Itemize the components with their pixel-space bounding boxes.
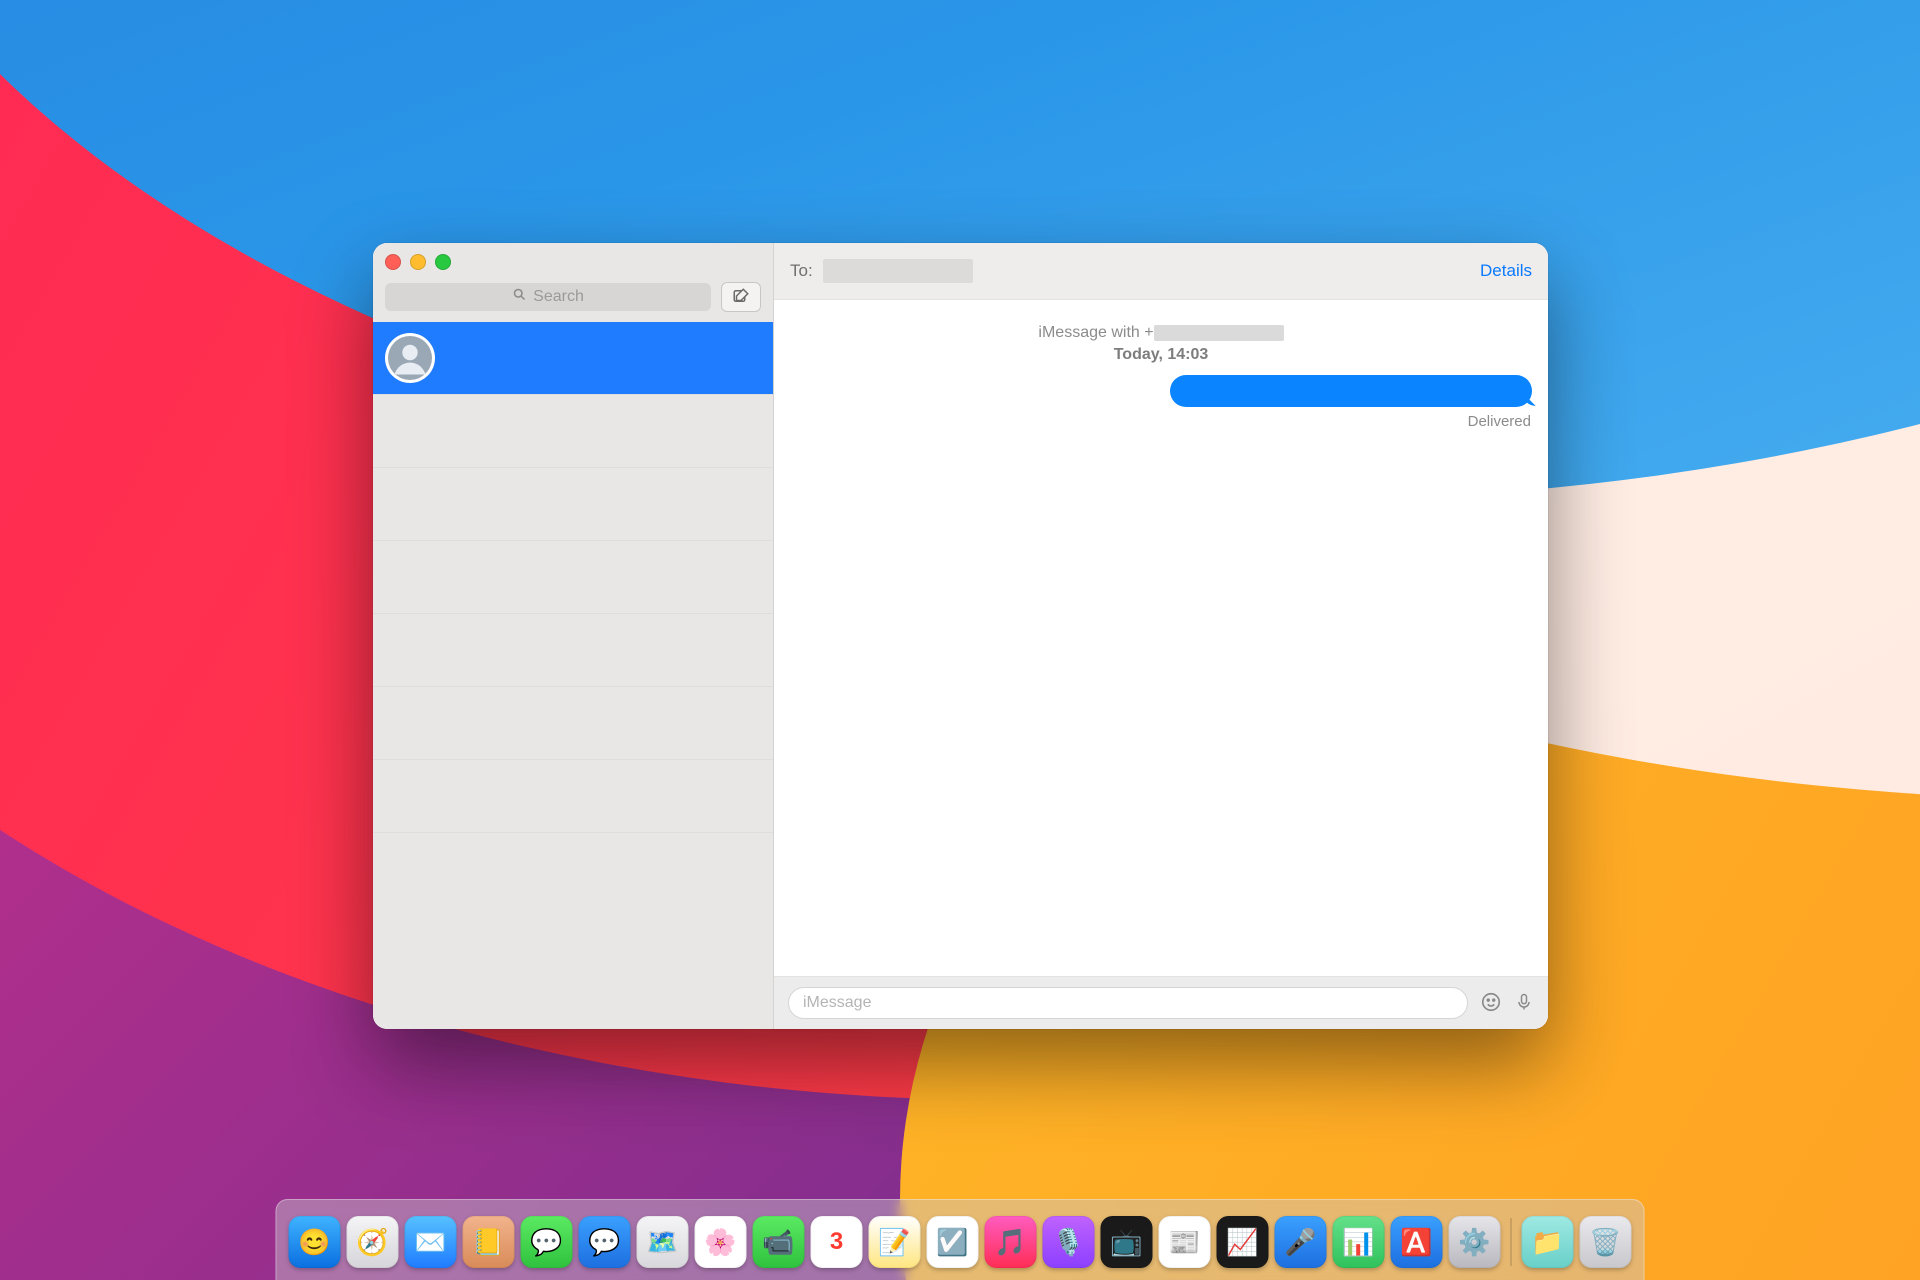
message-input-placeholder: iMessage	[803, 994, 871, 1012]
conversation-header: To: Details	[774, 243, 1548, 300]
delivery-status: Delivered	[789, 413, 1533, 430]
message-thread: iMessage with + Today, 14:03 Delivered	[774, 300, 1548, 976]
dock-separator	[1511, 1218, 1512, 1266]
dock-app-podcasts[interactable]: 🎙️	[1043, 1216, 1095, 1268]
microphone-icon	[1514, 991, 1534, 1016]
dock-app-reminders[interactable]: ☑️	[927, 1216, 979, 1268]
search-placeholder: Search	[533, 288, 584, 306]
search-input[interactable]: Search	[385, 283, 711, 311]
message-input[interactable]: iMessage	[788, 987, 1468, 1019]
recipient-field[interactable]	[823, 259, 973, 283]
thread-timestamp: Today, 14:03	[1038, 344, 1283, 366]
dock-app-settings[interactable]: ⚙️	[1449, 1216, 1501, 1268]
audio-record-button[interactable]	[1514, 991, 1534, 1016]
message-bubble[interactable]	[1170, 375, 1532, 407]
details-link[interactable]: Details	[1480, 261, 1532, 281]
dock-app-facetime[interactable]: 📹	[753, 1216, 805, 1268]
conversation-pane: To: Details iMessage with + Today, 14:03…	[774, 243, 1548, 1029]
dock-folder-downloads[interactable]: 📁	[1522, 1216, 1574, 1268]
dock-app-numbers[interactable]: 📊	[1333, 1216, 1385, 1268]
conversation-item[interactable]	[373, 760, 773, 833]
conversation-sidebar: Search	[373, 243, 774, 1029]
redacted-number	[1154, 325, 1284, 341]
conversation-item[interactable]	[373, 395, 773, 468]
dock-app-safari[interactable]: 🧭	[347, 1216, 399, 1268]
dock: 😊 🧭 ✉️ 📒 💬 💬 🗺️ 🌸 📹 3 📝 ☑️ 🎵 🎙️ 📺 📰 📈 🎤 …	[276, 1199, 1645, 1280]
dock-app-stocks[interactable]: 📈	[1217, 1216, 1269, 1268]
search-icon	[512, 287, 527, 307]
dock-app-finder[interactable]: 😊	[289, 1216, 341, 1268]
avatar	[385, 333, 435, 383]
dock-trash[interactable]: 🗑️	[1580, 1216, 1632, 1268]
dock-app-music[interactable]: 🎵	[985, 1216, 1037, 1268]
dock-app-messages[interactable]: 💬	[521, 1216, 573, 1268]
dock-app-maps[interactable]: 🗺️	[637, 1216, 689, 1268]
window-titlebar	[373, 243, 773, 274]
conversation-item[interactable]	[373, 614, 773, 687]
compose-icon	[732, 287, 750, 308]
dock-app-news[interactable]: 📰	[1159, 1216, 1211, 1268]
thread-meta: iMessage with + Today, 14:03	[1038, 322, 1283, 365]
to-label: To:	[790, 261, 813, 281]
conversation-item[interactable]	[373, 322, 773, 395]
dock-app-photos[interactable]: 🌸	[695, 1216, 747, 1268]
dock-app-contacts[interactable]: 📒	[463, 1216, 515, 1268]
thread-meta-prefix: iMessage with +	[1038, 324, 1153, 341]
calendar-day: 3	[830, 1228, 843, 1256]
window-zoom-button[interactable]	[435, 254, 451, 270]
conversation-list	[373, 322, 773, 1029]
conversation-item[interactable]	[373, 468, 773, 541]
window-minimize-button[interactable]	[410, 254, 426, 270]
dock-app-messages-alt[interactable]: 💬	[579, 1216, 631, 1268]
emoji-button[interactable]	[1480, 991, 1502, 1016]
conversation-item[interactable]	[373, 687, 773, 760]
dock-app-keynote[interactable]: 🎤	[1275, 1216, 1327, 1268]
dock-app-mail[interactable]: ✉️	[405, 1216, 457, 1268]
dock-app-notes[interactable]: 📝	[869, 1216, 921, 1268]
sidebar-toolbar: Search	[373, 274, 773, 322]
emoji-icon	[1480, 991, 1502, 1016]
messages-window: Search	[373, 243, 1548, 1029]
message-row-outgoing	[790, 375, 1532, 407]
window-close-button[interactable]	[385, 254, 401, 270]
dock-app-appstore[interactable]: 🅰️	[1391, 1216, 1443, 1268]
compose-button[interactable]	[721, 282, 761, 312]
dock-app-tv[interactable]: 📺	[1101, 1216, 1153, 1268]
compose-bar: iMessage	[774, 976, 1548, 1029]
dock-app-calendar[interactable]: 3	[811, 1216, 863, 1268]
conversation-item[interactable]	[373, 541, 773, 614]
